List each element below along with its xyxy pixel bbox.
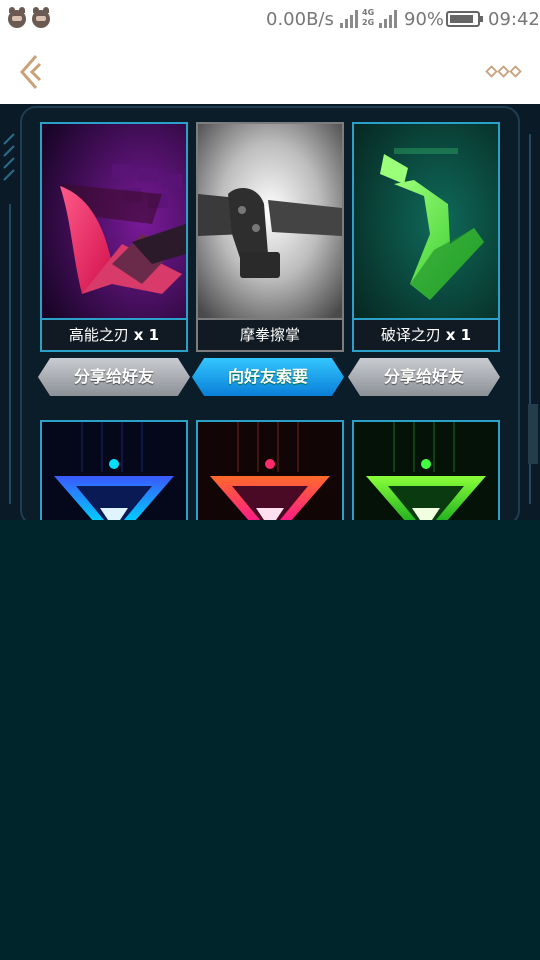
more-dots-icon <box>485 65 522 78</box>
decipher-art <box>354 124 498 318</box>
network-type-2g: 2G <box>362 18 375 27</box>
network-speed: 0.00B/s <box>266 9 334 30</box>
emblem-icon <box>198 422 342 520</box>
gloves-art <box>198 124 342 318</box>
reward-name: 摩拳擦掌 <box>239 326 300 344</box>
reward-card-decipher[interactable]: 破译之刃 x 1 <box>352 122 500 352</box>
network-type-4g: 4G <box>362 8 375 17</box>
battery-icon <box>446 11 483 27</box>
reward-label: 破译之刃 x 1 <box>354 318 498 350</box>
reward-card-gloves[interactable]: 摩拳擦掌 <box>196 122 344 352</box>
clock: 09:42 <box>488 9 540 30</box>
battery-percent: 90% <box>404 9 445 30</box>
reward-quantity: x 1 <box>133 326 160 344</box>
reward-card-green-emblem[interactable] <box>352 420 500 520</box>
app-notification-icon <box>32 7 50 28</box>
app-header <box>0 40 540 104</box>
back-button[interactable] <box>14 52 54 92</box>
back-arrow-icon <box>20 55 42 89</box>
emblem-icon <box>42 422 186 520</box>
decorative-border <box>3 133 15 504</box>
network-type: 4G 2G <box>362 8 374 28</box>
request-from-friend-button[interactable]: 向好友索要 <box>192 358 344 396</box>
status-bar: 0.00B/s 4G 2G 90% 09:42 <box>0 0 540 40</box>
game-panel: 高能之刃 x 1 摩拳擦掌 破译之刃 x 1 分享给好友 向好友索要 分享给好友 <box>0 104 540 520</box>
more-button[interactable] <box>484 58 524 86</box>
signal-icon <box>340 10 358 28</box>
reward-label: 高能之刃 x 1 <box>42 318 186 350</box>
reward-card-blade[interactable]: 高能之刃 x 1 <box>40 122 188 352</box>
reward-card-pink-emblem[interactable] <box>196 420 344 520</box>
share-to-friend-button[interactable]: 分享给好友 <box>38 358 190 396</box>
signal-icon <box>379 10 397 28</box>
reward-name: 高能之刃 <box>68 326 129 344</box>
decorative-border <box>528 134 538 504</box>
blade-art <box>42 124 186 318</box>
reward-quantity: x 1 <box>445 326 472 344</box>
emblem-icon <box>354 422 498 520</box>
app-notification-icon <box>8 7 26 28</box>
reward-card-blue-emblem[interactable] <box>40 420 188 520</box>
share-to-friend-button[interactable]: 分享给好友 <box>348 358 500 396</box>
reward-name: 破译之刃 <box>380 326 441 344</box>
blank-area <box>0 520 540 960</box>
reward-label: 摩拳擦掌 <box>198 318 342 350</box>
